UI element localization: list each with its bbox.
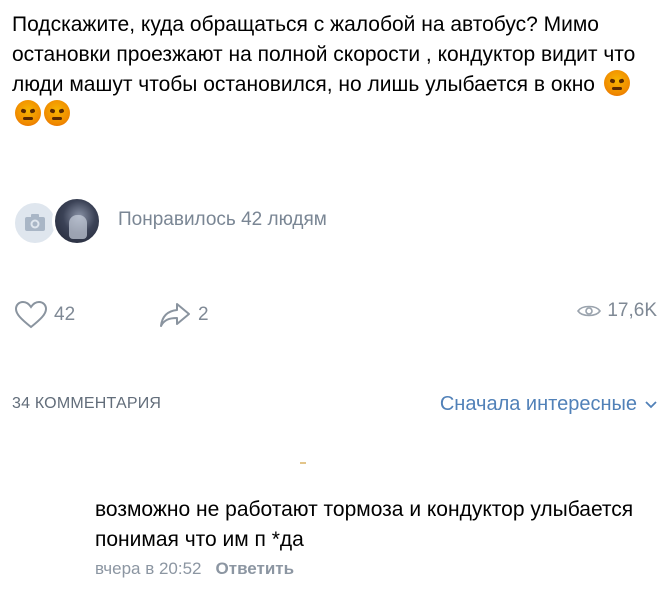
views-counter: 17,6K bbox=[577, 300, 657, 322]
like-button[interactable]: 42 bbox=[14, 300, 75, 330]
chevron-down-icon bbox=[645, 400, 657, 408]
comment-time[interactable]: вчера в 20:52 bbox=[95, 559, 202, 579]
eye-icon bbox=[577, 305, 602, 317]
likes-summary[interactable]: Понравилось 42 людям bbox=[12, 196, 652, 246]
comment-text: возможно не работают тормоза и кондуктор… bbox=[95, 498, 634, 551]
post-actions: 42 2 17,6K bbox=[12, 300, 657, 336]
views-count: 17,6K bbox=[607, 300, 657, 321]
comments-count: 34 КОММЕНТАРИЯ bbox=[12, 395, 162, 412]
heart-icon bbox=[14, 300, 48, 329]
likes-summary-text[interactable]: Понравилось 42 людям bbox=[118, 209, 327, 231]
post-text: Подскажите, куда обращаться с жалобой на… bbox=[12, 10, 652, 130]
share-count: 2 bbox=[198, 304, 209, 325]
angry-face-icon bbox=[44, 100, 70, 126]
reply-button[interactable]: Ответить bbox=[216, 559, 295, 579]
comments-sort-label[interactable]: Сначала интересные bbox=[440, 393, 637, 416]
divider bbox=[300, 462, 306, 464]
comments-sort-dropdown[interactable]: Сначала интересные bbox=[440, 393, 657, 416]
angry-face-icon bbox=[15, 100, 41, 126]
share-button[interactable]: 2 bbox=[158, 300, 209, 330]
comment-meta: вчера в 20:52 Ответить bbox=[95, 559, 655, 579]
angry-face-icon bbox=[603, 70, 630, 96]
avatar[interactable] bbox=[52, 196, 102, 246]
post-body: Подскажите, куда обращаться с жалобой на… bbox=[12, 13, 636, 96]
comments-header: 34 КОММЕНТАРИЯ Сначала интересные bbox=[12, 393, 657, 421]
like-count: 42 bbox=[54, 304, 76, 325]
share-icon bbox=[160, 303, 190, 327]
comment: возможно не работают тормоза и кондуктор… bbox=[95, 495, 655, 579]
